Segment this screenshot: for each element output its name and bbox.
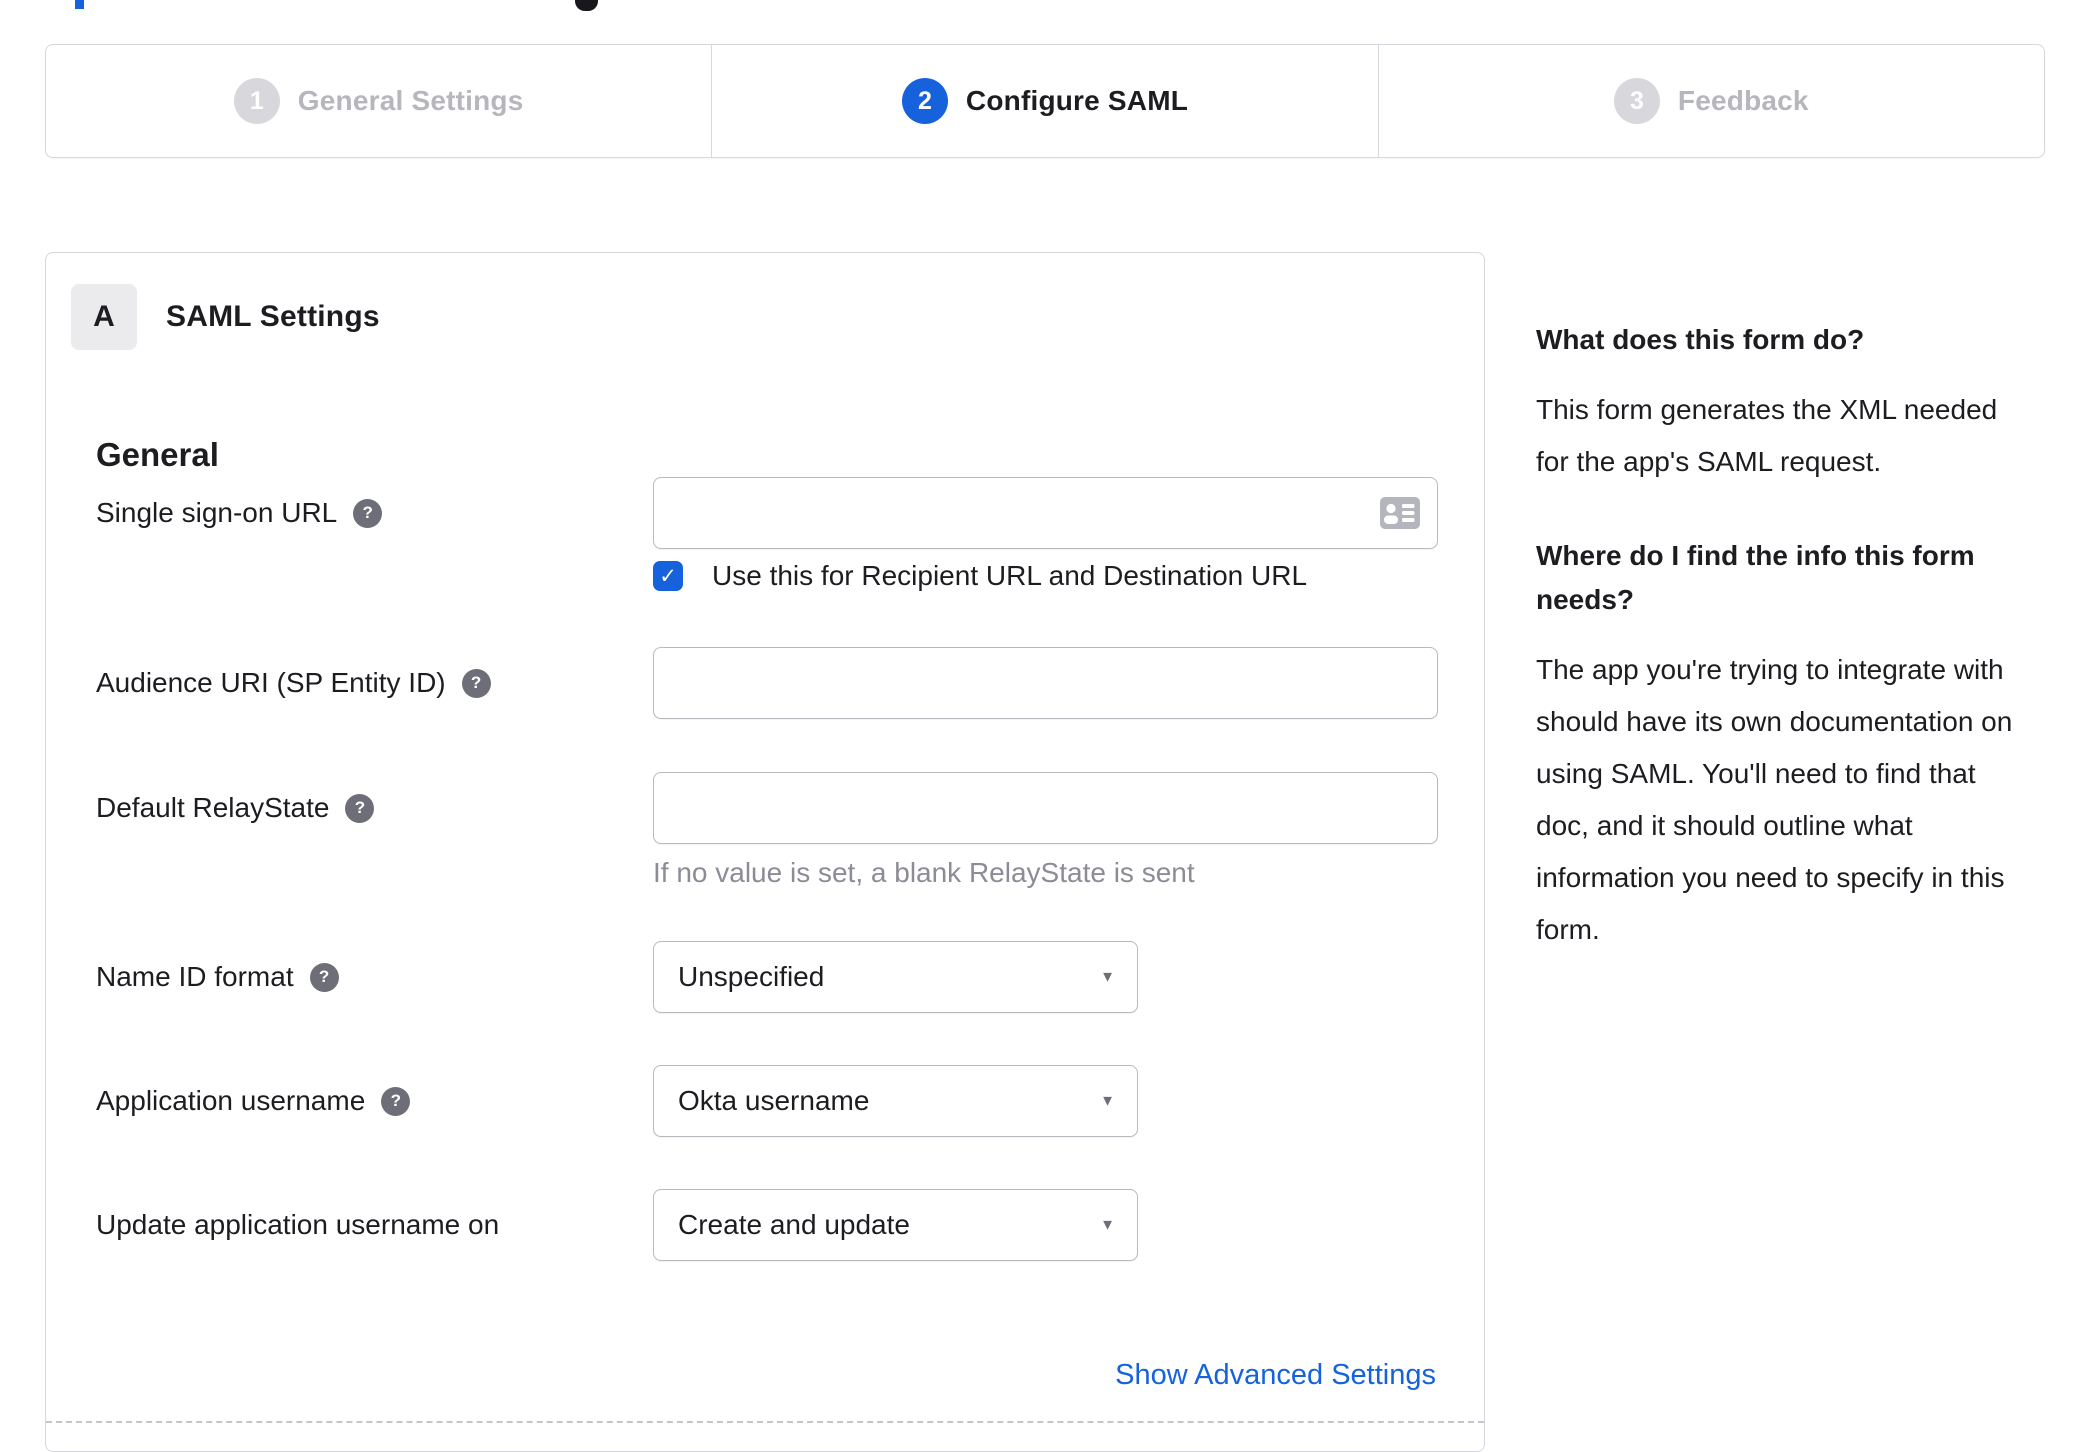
relay-state-input-wrap <box>653 772 1438 844</box>
section-a-badge: A <box>71 284 137 350</box>
audience-uri-help-icon[interactable]: ? <box>461 668 491 698</box>
chevron-down-icon: ▼ <box>1100 1216 1115 1234</box>
name-id-format-value: Unspecified <box>678 961 825 992</box>
step-2-label: Configure SAML <box>965 85 1189 116</box>
sso-url-label-row: Single sign-on URL ? <box>96 493 383 533</box>
sidebar-question-1: What does this form do? <box>1536 324 1865 355</box>
step-configure-saml[interactable]: 2 Configure SAML <box>711 45 1377 157</box>
update-username-value: Create and update <box>678 1209 910 1240</box>
next-section-dashed-divider <box>46 1421 1484 1423</box>
recipient-url-checkbox[interactable]: ✓ <box>653 561 683 591</box>
audience-uri-input-wrap <box>653 647 1438 719</box>
step-3-circle: 3 <box>1613 78 1660 124</box>
update-username-select[interactable]: Create and update ▼ <box>653 1189 1138 1261</box>
step-general-settings[interactable]: 1 General Settings <box>46 45 711 157</box>
sidebar-answer-2: The app you're trying to integrate with … <box>1536 654 2013 945</box>
relay-state-label: Default RelayState <box>96 792 330 823</box>
relay-state-label-row: Default RelayState ? <box>96 788 375 828</box>
recipient-url-checkbox-label: Use this for Recipient URL and Destinati… <box>712 560 1308 591</box>
step-3-label: Feedback <box>1677 85 1809 116</box>
step-feedback[interactable]: 3 Feedback <box>1377 45 2044 157</box>
sso-url-input[interactable] <box>653 477 1438 549</box>
step-2-circle: 2 <box>901 78 948 124</box>
update-username-label: Update application username on <box>96 1209 500 1240</box>
panel-title: SAML Settings <box>166 300 380 333</box>
relay-state-input[interactable] <box>653 772 1438 844</box>
app-username-label: Application username <box>96 1085 366 1116</box>
show-advanced-settings-link[interactable]: Show Advanced Settings <box>1115 1359 1436 1392</box>
contact-card-icon[interactable] <box>1380 497 1420 529</box>
app-username-label-row: Application username ? <box>96 1081 411 1121</box>
app-username-help-icon[interactable]: ? <box>381 1086 411 1116</box>
chevron-down-icon: ▼ <box>1100 1092 1115 1110</box>
audience-uri-label: Audience URI (SP Entity ID) <box>96 667 446 698</box>
name-id-format-label-row: Name ID format ? <box>96 957 339 997</box>
name-id-format-help-icon[interactable]: ? <box>309 962 339 992</box>
name-id-format-select[interactable]: Unspecified ▼ <box>653 941 1138 1013</box>
name-id-format-label: Name ID format <box>96 961 294 992</box>
help-sidebar: What does this form do? This form genera… <box>1536 318 2018 1002</box>
app-username-value: Okta username <box>678 1085 870 1116</box>
step-1-circle: 1 <box>233 78 280 124</box>
saml-settings-panel: A SAML Settings General Single sign-on U… <box>45 252 1485 1452</box>
configure-saml-screen: { "stepper": { "steps": [ { "number": "1… <box>0 0 2092 1452</box>
clipped-blue-logo-fragment <box>75 0 84 9</box>
general-section-heading: General <box>96 436 219 473</box>
relay-state-help-icon[interactable]: ? <box>345 793 375 823</box>
sidebar-question-2: Where do I find the info this form needs… <box>1536 540 1975 615</box>
sso-url-label: Single sign-on URL <box>96 497 338 528</box>
sso-url-input-wrap <box>653 477 1438 549</box>
update-username-label-row: Update application username on <box>96 1205 499 1245</box>
clipped-lock-icon-fragment <box>575 0 598 11</box>
wizard-stepper: 1 General Settings 2 Configure SAML 3 Fe… <box>45 44 2045 158</box>
chevron-down-icon: ▼ <box>1100 968 1115 986</box>
audience-uri-input[interactable] <box>653 647 1438 719</box>
app-username-select[interactable]: Okta username ▼ <box>653 1065 1138 1137</box>
sidebar-answer-1: This form generates the XML needed for t… <box>1536 394 1998 477</box>
step-1-label: General Settings <box>297 85 524 116</box>
relay-state-hint: If no value is set, a blank RelayState i… <box>653 857 1195 888</box>
sso-url-help-icon[interactable]: ? <box>353 498 383 528</box>
audience-uri-label-row: Audience URI (SP Entity ID) ? <box>96 663 491 703</box>
